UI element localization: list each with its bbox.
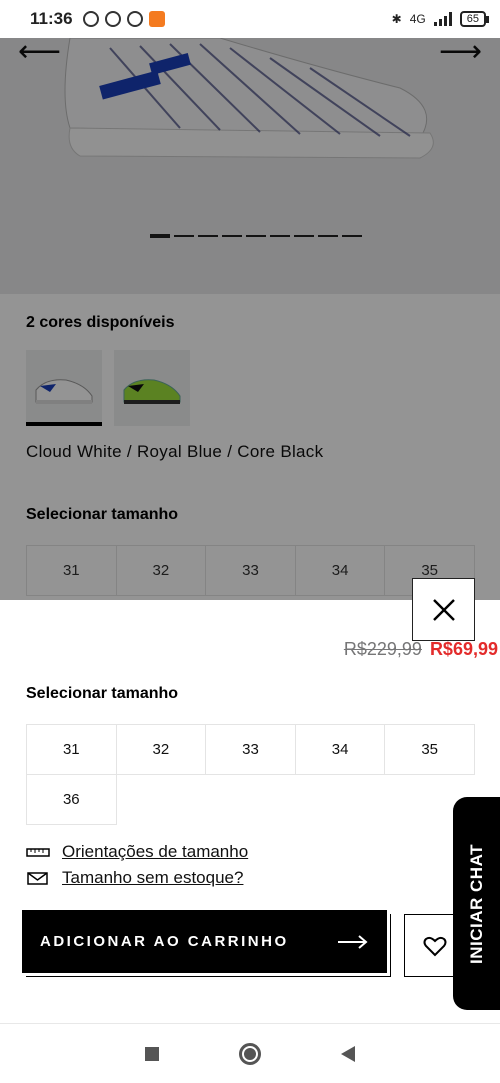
size-option[interactable]: 32 (116, 725, 207, 775)
ruler-icon (26, 848, 50, 857)
heart-icon (423, 936, 447, 956)
original-price: R$229,99 (343, 639, 422, 659)
close-button[interactable] (412, 578, 475, 641)
reddit-icon (126, 11, 143, 27)
status-bar: 11:36 ✱ 4G 65 (0, 0, 500, 38)
arrow-right-icon (338, 934, 368, 949)
system-nav-bar (0, 1023, 500, 1083)
price-row: R$229,99 R$69,99 (344, 639, 498, 660)
battery-icon: 65 (459, 11, 490, 27)
add-to-cart-label: ADICIONAR AO CARRINHO (40, 933, 289, 950)
size-guide-link[interactable]: Orientações de tamanho (26, 842, 248, 862)
size-option[interactable]: 34 (295, 725, 386, 775)
chat-label: INICIAR CHAT (466, 843, 486, 964)
out-of-stock-link[interactable]: Tamanho sem estoque? (26, 868, 243, 888)
signal-icon (433, 12, 452, 26)
start-chat-button[interactable]: INICIAR CHAT (453, 797, 500, 1010)
notification-icons (82, 11, 165, 27)
envelope-icon (27, 872, 48, 885)
back-icon[interactable] (341, 1045, 355, 1062)
battery-level: 65 (466, 13, 479, 25)
status-time: 11:36 (30, 9, 73, 28)
bluetooth-icon: ✱ (391, 12, 402, 26)
mi-app-icon (148, 11, 165, 27)
sale-price: R$69,99 (429, 639, 498, 659)
recents-icon[interactable] (145, 1046, 159, 1061)
close-icon (432, 598, 455, 621)
sheet-size-title: Selecionar tamanho (26, 685, 179, 702)
size-selection-sheet: R$229,99 R$69,99 Selecionar tamanho 31 32… (0, 578, 500, 1023)
modal-backdrop[interactable] (0, 38, 500, 600)
size-option[interactable]: 33 (206, 725, 296, 775)
messenger-icon (104, 11, 121, 27)
out-of-stock-text[interactable]: Tamanho sem estoque? (62, 868, 243, 888)
size-option[interactable]: 36 (27, 775, 117, 825)
home-icon[interactable] (239, 1042, 261, 1065)
size-grid: 31 32 33 34 35 36 (26, 724, 475, 825)
status-right: ✱ 4G 65 (391, 11, 490, 27)
add-to-cart-button[interactable]: ADICIONAR AO CARRINHO (22, 910, 387, 973)
size-option[interactable]: 31 (27, 725, 117, 775)
alarm-icon (82, 11, 99, 27)
size-option[interactable]: 35 (385, 725, 475, 775)
size-guide-text[interactable]: Orientações de tamanho (62, 842, 248, 862)
network-type: 4G (409, 12, 426, 26)
